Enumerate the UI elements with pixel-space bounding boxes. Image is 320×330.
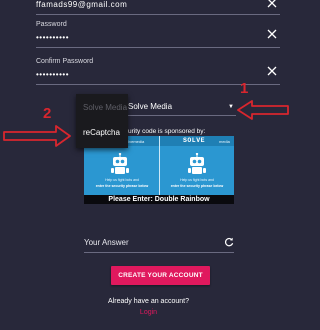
annotation-number-2: 2 xyxy=(43,105,52,122)
confirm-password-value[interactable]: •••••••••• xyxy=(36,70,69,79)
robot-icon xyxy=(111,153,129,174)
clear-confirm-password-icon[interactable] xyxy=(267,66,277,76)
captcha-type-dropdown-menu: Solve Media reCaptcha xyxy=(76,94,128,148)
email-value[interactable]: ffamads99@gmail.com xyxy=(36,0,127,9)
captcha-type-selected: Solve Media xyxy=(128,102,173,111)
annotation-arrow-1-icon xyxy=(237,100,289,120)
create-account-button[interactable]: CREATE YOUR ACCOUNT xyxy=(111,266,210,285)
captcha-divider xyxy=(159,136,160,195)
captcha-enter-text: enter the security phrase below xyxy=(95,184,149,188)
confirm-password-label: Confirm Password xyxy=(36,58,94,65)
password-underline xyxy=(36,47,280,48)
solve-media-logo: SOLVE xyxy=(183,137,206,144)
email-underline xyxy=(36,14,280,15)
captcha-answer-field[interactable]: Your Answer xyxy=(84,236,234,254)
captcha-phrase-bar: Please Enter: Double Rainbow xyxy=(84,195,234,204)
answer-underline xyxy=(84,252,234,253)
clear-password-icon[interactable] xyxy=(267,29,277,39)
dropdown-option-recaptcha[interactable]: reCaptcha xyxy=(83,128,120,137)
captcha-help-text: Help us fight bots and xyxy=(180,178,214,182)
captcha-sponsor-text: urity code is sponsored by: xyxy=(128,128,206,135)
dropdown-option-solve-media[interactable]: Solve Media xyxy=(83,103,127,112)
password-label: Password xyxy=(36,21,67,28)
annotation-number-1: 1 xyxy=(240,80,249,97)
password-value[interactable]: •••••••••• xyxy=(36,33,69,42)
login-link[interactable]: Login xyxy=(0,309,297,316)
annotation-arrow-2-icon xyxy=(3,125,71,147)
captcha-phrase-label: Please Enter: xyxy=(108,196,153,203)
captcha-tag-right: media xyxy=(219,139,230,144)
captcha-phrase-value: Double Rainbow xyxy=(154,196,210,203)
clear-email-icon[interactable] xyxy=(267,0,277,8)
captcha-enter-text: enter the security phrase below xyxy=(170,184,224,188)
have-account-text: Already have an account? xyxy=(108,298,189,305)
robot-icon xyxy=(188,153,206,174)
chevron-down-icon[interactable]: ▼ xyxy=(228,104,234,110)
captcha-help-text: Help us fight bots and xyxy=(105,178,139,182)
answer-placeholder[interactable]: Your Answer xyxy=(84,238,129,247)
refresh-icon[interactable] xyxy=(224,237,234,247)
captcha-phrase: Please Enter: Double Rainbow xyxy=(84,196,234,203)
